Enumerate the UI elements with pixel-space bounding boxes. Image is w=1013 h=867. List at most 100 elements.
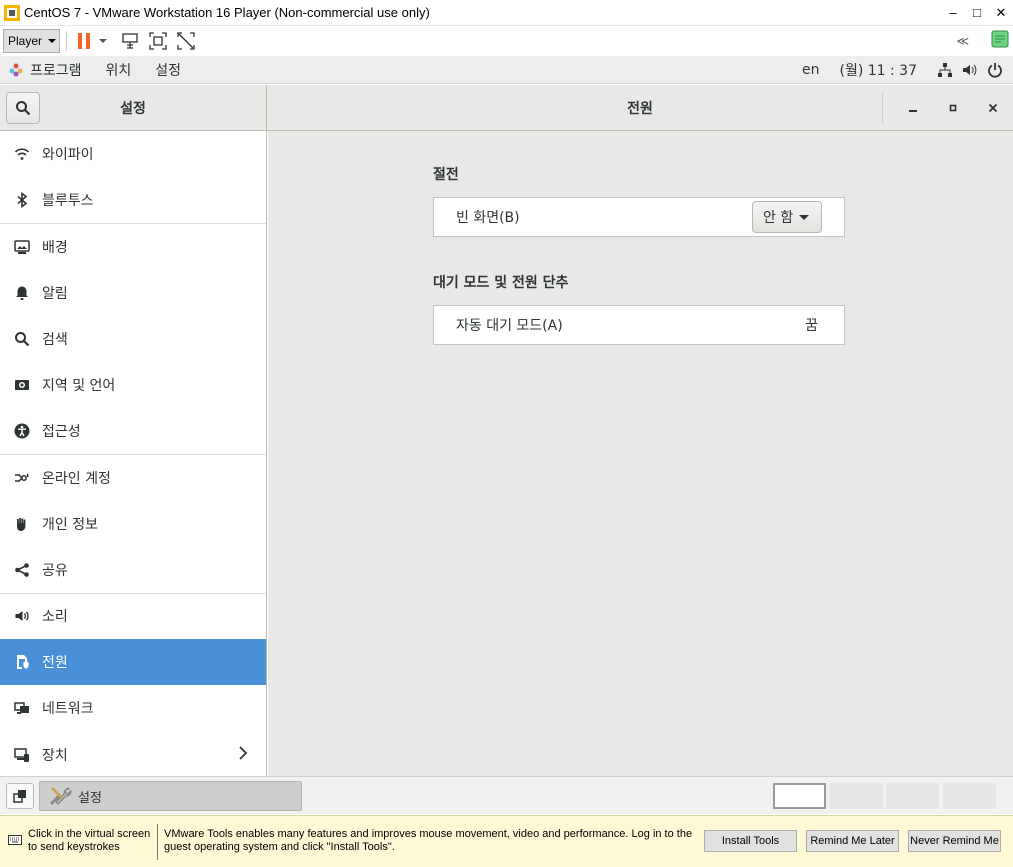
menu-applications[interactable]: 프로그램 [30, 60, 82, 80]
minimize-icon [909, 110, 917, 112]
menu-places[interactable]: 위치 [106, 60, 132, 80]
sidebar-item-label: 알림 [42, 285, 68, 302]
sidebar-item-notifications[interactable]: 알림 [0, 270, 266, 316]
send-keys-icon [122, 32, 138, 49]
close-window-button[interactable]: ✕ [989, 0, 1013, 25]
speaker-icon [14, 608, 30, 624]
bell-icon [14, 285, 30, 301]
notes-icon [991, 30, 1009, 47]
show-desktop-icon [13, 790, 26, 803]
chevron-right-icon [239, 746, 248, 761]
wifi-icon [14, 146, 30, 162]
vmware-app-icon [4, 4, 20, 21]
settings-maximize-button[interactable] [933, 92, 973, 124]
vmware-toolbar: Player ≪ [0, 25, 1013, 55]
sidebar-item-bluetooth[interactable]: 블루투스 [0, 177, 266, 223]
power-icon[interactable] [987, 62, 1003, 78]
input-language-indicator[interactable]: en [802, 62, 820, 78]
clock[interactable]: (월) 11 : 37 [839, 60, 917, 80]
keyboard-icon [8, 835, 22, 845]
applications-icon [9, 63, 23, 76]
unity-icon [177, 31, 195, 50]
sidebar-header: 설정 [0, 85, 267, 131]
install-tools-button[interactable]: Install Tools [704, 830, 797, 852]
workspace-1[interactable] [773, 783, 826, 809]
power-saving-heading: 절전 [433, 167, 459, 183]
share-icon [14, 562, 30, 578]
show-desktop-button[interactable] [6, 783, 34, 809]
toolbar-divider [66, 30, 67, 51]
sidebar-item-label: 온라인 계정 [42, 470, 111, 487]
fit-window-icon [149, 31, 167, 50]
sidebar-item-label: 공유 [42, 562, 68, 579]
search-icon [14, 331, 30, 347]
task-settings-window[interactable]: 설정 [39, 781, 302, 811]
collapse-toolbar-icon[interactable]: ≪ [956, 34, 969, 48]
window-title: CentOS 7 - VMware Workstation 16 Player … [24, 5, 430, 20]
sidebar-item-network[interactable]: 네트워크 [0, 685, 266, 731]
sidebar-item-sharing[interactable]: 공유 [0, 547, 266, 593]
workspace-4[interactable] [943, 783, 996, 809]
sidebar-item-label: 장치 [42, 747, 68, 764]
player-menu-button[interactable]: Player [3, 28, 60, 53]
settings-sidebar: 와이파이 블루투스 배경 알림 검색 지역 및 언어 접근성 온라인 계정 개인… [0, 131, 267, 776]
maximize-button[interactable]: □ [965, 0, 989, 25]
sidebar-item-privacy[interactable]: 개인 정보 [0, 501, 266, 547]
unity-button[interactable] [175, 30, 197, 52]
pause-dropdown-icon[interactable] [99, 38, 107, 43]
sidebar-item-online-accounts[interactable]: 온라인 계정 [0, 454, 266, 500]
notes-button[interactable] [991, 30, 1009, 52]
sidebar-item-sound[interactable]: 소리 [0, 592, 266, 639]
notification-divider [157, 824, 158, 860]
volume-icon[interactable] [961, 62, 977, 78]
sidebar-item-wifi[interactable]: 와이파이 [0, 131, 266, 177]
send-ctrl-alt-del-button[interactable] [119, 30, 141, 52]
fit-guest-button[interactable] [147, 30, 169, 52]
vmware-tools-notification: Click in the virtual screen to send keys… [0, 815, 1013, 867]
settings-close-button[interactable] [973, 92, 1013, 124]
bluetooth-icon [14, 192, 30, 209]
pause-button[interactable] [73, 30, 95, 52]
suspend-power-button-heading: 대기 모드 및 전원 단추 [433, 275, 569, 291]
devices-icon [14, 747, 30, 763]
sidebar-item-region[interactable]: 지역 및 언어 [0, 362, 266, 408]
sidebar-item-label: 전원 [42, 655, 68, 672]
player-menu-label: Player [8, 33, 43, 48]
online-accounts-icon [14, 470, 30, 486]
sidebar-item-label: 소리 [42, 609, 68, 626]
network-icon [14, 700, 30, 716]
power-panel: 절전 빈 화면(B) 안 함 대기 모드 및 전원 단추 자동 대기 모드(A)… [268, 131, 1013, 776]
settings-headerbar: 설정 전원 [0, 85, 1013, 131]
vmware-titlebar: CentOS 7 - VMware Workstation 16 Player … [0, 0, 1013, 25]
sidebar-item-devices[interactable]: 장치 [0, 731, 266, 776]
menu-settings[interactable]: 설정 [155, 60, 181, 80]
never-remind-button[interactable]: Never Remind Me [908, 830, 1001, 852]
sidebar-item-power[interactable]: 전원 [0, 639, 266, 686]
minimize-button[interactable]: – [941, 0, 965, 25]
network-wired-icon[interactable] [937, 62, 953, 78]
sidebar-item-background[interactable]: 배경 [0, 223, 266, 269]
background-icon [14, 239, 30, 255]
remind-later-button[interactable]: Remind Me Later [806, 830, 899, 852]
blank-screen-label: 빈 화면(B) [456, 210, 520, 226]
workspace-3[interactable] [886, 783, 939, 809]
close-icon [988, 103, 998, 113]
auto-suspend-row[interactable]: 자동 대기 모드(A) 꿈 [433, 305, 845, 345]
accessibility-icon [14, 423, 30, 439]
gnome-top-bar: 프로그램 위치 설정 en (월) 11 : 37 [0, 56, 1013, 84]
sidebar-item-label: 배경 [42, 239, 68, 256]
settings-tools-icon [49, 787, 72, 806]
blank-screen-dropdown[interactable]: 안 함 [752, 201, 822, 233]
blank-screen-row: 빈 화면(B) 안 함 [433, 197, 845, 237]
pause-icon [78, 32, 90, 49]
region-icon [14, 377, 30, 393]
maximize-icon [949, 104, 957, 112]
sidebar-item-accessibility[interactable]: 접근성 [0, 408, 266, 454]
auto-suspend-label: 자동 대기 모드(A) [456, 318, 563, 334]
workspace-2[interactable] [830, 783, 883, 809]
sidebar-item-search[interactable]: 검색 [0, 316, 266, 362]
search-button[interactable] [6, 92, 40, 124]
sidebar-item-label: 와이파이 [42, 147, 94, 164]
settings-minimize-button[interactable] [893, 92, 933, 124]
keystroke-hint: Click in the virtual screen to send keys… [28, 828, 151, 853]
